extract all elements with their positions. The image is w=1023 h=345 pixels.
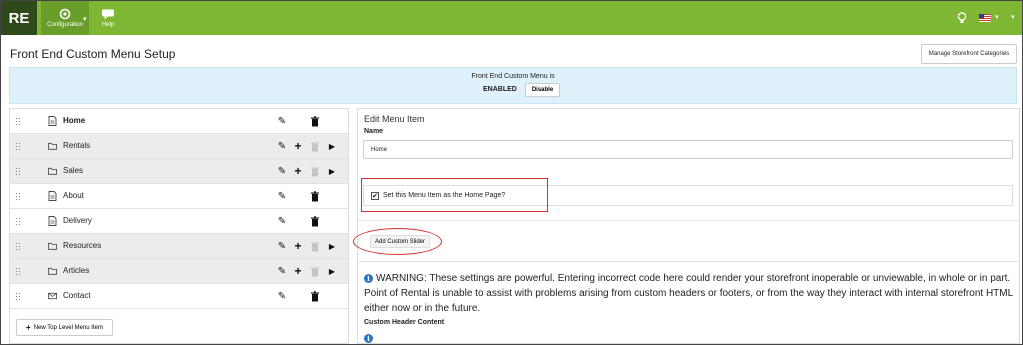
drag-handle-icon[interactable] xyxy=(15,217,21,226)
menu-item-label: Rentals xyxy=(63,141,91,150)
menu-item-delivery[interactable]: Delivery ✎ xyxy=(10,209,348,234)
menu-item-resources[interactable]: Resources ✎ + ▶ xyxy=(10,234,348,259)
info-icon[interactable]: i xyxy=(364,334,373,343)
caret-right-icon[interactable]: ▶ xyxy=(327,166,337,177)
drag-handle-icon[interactable] xyxy=(15,117,21,126)
drag-handle-icon[interactable] xyxy=(15,267,21,276)
language-chevron-icon[interactable]: ▾ xyxy=(995,13,999,21)
folder-icon xyxy=(48,242,57,250)
menu-item-articles[interactable]: Articles ✎ + ▶ xyxy=(10,259,348,284)
drag-handle-icon[interactable] xyxy=(15,192,21,201)
edit-menu-item-panel: Edit Menu Item Name Home ✔ Set this Menu… xyxy=(353,108,1020,344)
folder-icon xyxy=(48,167,57,175)
document-icon xyxy=(48,216,57,226)
menu-tree-panel: Home ✎ Rentals ✎ + ▶ Sales ✎ + ▶ About ✎… xyxy=(9,108,349,344)
info-icon: i xyxy=(364,274,373,283)
menu-item-contact[interactable]: Contact ✎ xyxy=(10,284,348,309)
disable-button[interactable]: Disable xyxy=(525,83,560,97)
trash-icon xyxy=(311,242,319,252)
folder-icon xyxy=(48,142,57,150)
caret-right-icon[interactable]: ▶ xyxy=(327,241,337,252)
trash-icon[interactable] xyxy=(310,291,320,302)
pencil-icon[interactable]: ✎ xyxy=(277,241,287,252)
plus-icon[interactable]: + xyxy=(293,165,303,177)
menu-item-label: Articles xyxy=(63,266,90,275)
highlight-annotation-rectangle xyxy=(361,178,548,212)
drag-handle-icon[interactable] xyxy=(15,167,21,176)
page-title: Front End Custom Menu Setup xyxy=(10,47,176,61)
menu-status-banner: Front End Custom Menu is ENABLED Disable xyxy=(9,67,1017,104)
divider xyxy=(358,261,1019,262)
trash-icon[interactable] xyxy=(310,191,320,202)
menu-item-label: Home xyxy=(63,116,86,125)
app-logo[interactable]: RE xyxy=(1,1,37,35)
status-badge: ENABLED xyxy=(483,86,517,93)
custom-header-content-label: Custom Header Content xyxy=(364,319,445,326)
menu-item-label: Resources xyxy=(63,241,102,250)
document-icon xyxy=(48,191,57,201)
menu-item-home[interactable]: Home ✎ xyxy=(10,109,348,134)
new-top-level-menu-item-button[interactable]: + New Top Level Menu Item xyxy=(16,319,113,336)
warning-text: WARNING: These settings are powerful. En… xyxy=(364,273,1013,314)
trash-icon xyxy=(311,142,319,152)
pencil-icon[interactable]: ✎ xyxy=(277,141,287,152)
pencil-icon[interactable]: ✎ xyxy=(277,116,287,127)
menu-item-label: Delivery xyxy=(63,216,92,225)
banner-title: Front End Custom Menu is xyxy=(471,73,555,80)
top-nav-bar: RE Configuration ▾ Help ▾ ▾ xyxy=(1,1,1022,35)
caret-right-icon[interactable]: ▶ xyxy=(327,266,337,277)
trash-icon[interactable] xyxy=(310,116,320,127)
pencil-icon[interactable]: ✎ xyxy=(277,266,287,277)
envelope-icon xyxy=(48,292,57,300)
pencil-icon[interactable]: ✎ xyxy=(277,191,287,202)
drag-handle-icon[interactable] xyxy=(15,242,21,251)
plus-icon[interactable]: + xyxy=(293,240,303,252)
folder-icon xyxy=(48,267,57,275)
us-flag-icon[interactable] xyxy=(979,14,991,22)
gear-icon xyxy=(59,8,71,20)
caret-right-icon[interactable]: ▶ xyxy=(327,141,337,152)
warning-message: i WARNING: These settings are powerful. E… xyxy=(364,271,1014,316)
edit-panel-title: Edit Menu Item xyxy=(364,114,425,124)
new-top-level-menu-item-label: New Top Level Menu Item xyxy=(33,324,103,331)
manage-storefront-categories-button[interactable]: Manage Storefront Categories xyxy=(921,44,1017,64)
menu-item-label: About xyxy=(63,191,84,200)
plus-icon: + xyxy=(26,323,31,332)
trash-icon xyxy=(311,267,319,277)
user-menu-chevron-icon[interactable]: ▾ xyxy=(1011,13,1015,21)
document-icon xyxy=(48,116,57,126)
plus-icon[interactable]: + xyxy=(293,140,303,152)
nav-configuration[interactable]: Configuration xyxy=(41,1,89,35)
nav-configuration-label: Configuration xyxy=(47,22,83,28)
pencil-icon[interactable]: ✎ xyxy=(277,291,287,302)
pencil-icon[interactable]: ✎ xyxy=(277,216,287,227)
nav-help-label: Help xyxy=(101,21,115,28)
highlight-annotation-ellipse xyxy=(353,228,442,255)
divider xyxy=(358,220,1019,221)
plus-icon[interactable]: + xyxy=(293,265,303,277)
trash-icon[interactable] xyxy=(310,216,320,227)
menu-item-about[interactable]: About ✎ xyxy=(10,184,348,209)
menu-item-sales[interactable]: Sales ✎ + ▶ xyxy=(10,159,348,184)
chat-bubble-icon xyxy=(102,9,114,19)
menu-item-rentals[interactable]: Rentals ✎ + ▶ xyxy=(10,134,348,159)
chevron-down-icon[interactable]: ▾ xyxy=(83,15,87,23)
menu-item-label: Contact xyxy=(63,291,91,300)
lightbulb-icon[interactable] xyxy=(955,11,969,25)
pencil-icon[interactable]: ✎ xyxy=(277,166,287,177)
trash-icon xyxy=(311,167,319,177)
name-label: Name xyxy=(364,128,384,135)
drag-handle-icon[interactable] xyxy=(15,292,21,301)
nav-help[interactable]: Help xyxy=(93,1,123,35)
menu-item-label: Sales xyxy=(63,166,84,175)
name-field[interactable]: Home xyxy=(363,140,1013,159)
drag-handle-icon[interactable] xyxy=(15,142,21,151)
